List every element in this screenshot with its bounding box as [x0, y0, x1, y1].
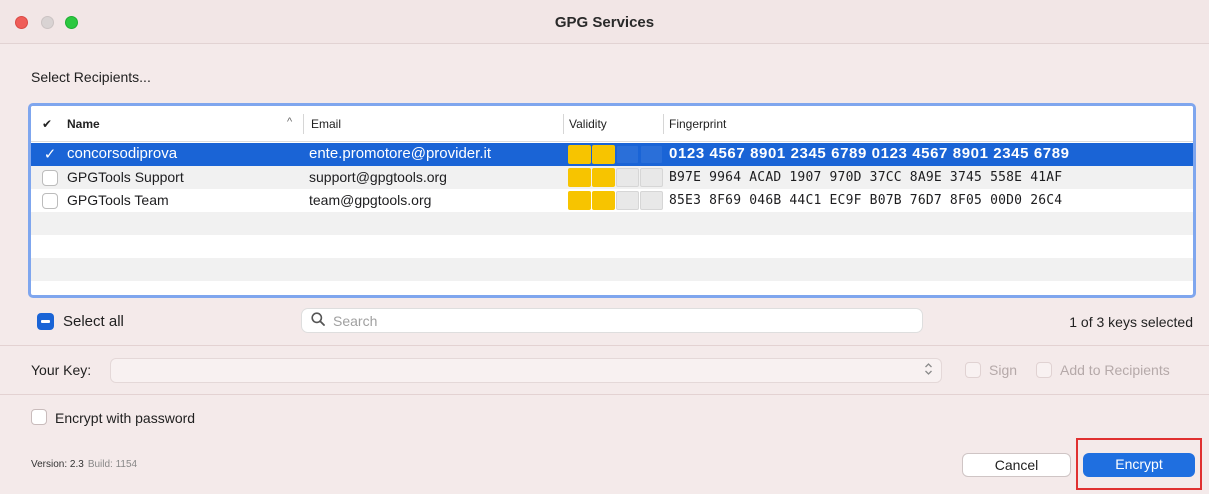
- search-field[interactable]: [301, 308, 923, 333]
- validity-indicator: [568, 191, 664, 210]
- recipients-table[interactable]: ✔ Name ^ Email Validity Fingerprint ✓ co…: [28, 103, 1196, 298]
- recipient-fingerprint: B97E 9964 ACAD 1907 970D 37CC 8A9E 3745 …: [669, 170, 1063, 185]
- validity-indicator: [568, 168, 664, 187]
- divider: [0, 345, 1209, 346]
- table-controls: Select all 1 of 3 keys selected: [0, 298, 1209, 346]
- recipient-fingerprint: 0123 4567 8901 2345 6789 0123 4567 8901 …: [669, 145, 1070, 162]
- chevron-up-down-icon: [924, 362, 933, 379]
- empty-row: [31, 235, 1193, 258]
- select-all-label[interactable]: Select all: [63, 313, 124, 330]
- column-separator: [563, 114, 564, 134]
- table-row[interactable]: ✓ concorsodiprova ente.promotore@provide…: [31, 143, 1193, 166]
- sort-ascending-icon[interactable]: ^: [287, 116, 292, 128]
- build-number: Build: 1154: [87, 459, 138, 470]
- version-info: Version: 2.3 Build: 1154: [31, 459, 137, 470]
- column-header-name[interactable]: Name: [67, 117, 100, 131]
- title-bar: GPG Services: [0, 0, 1209, 44]
- row-checkbox[interactable]: [42, 170, 58, 186]
- divider: [0, 394, 1209, 395]
- your-key-select[interactable]: [110, 358, 942, 383]
- cancel-button[interactable]: Cancel: [962, 453, 1071, 477]
- column-header-fingerprint[interactable]: Fingerprint: [669, 117, 726, 131]
- recipient-email: ente.promotore@provider.it: [309, 145, 491, 162]
- column-separator: [663, 114, 664, 134]
- select-all-checkbox[interactable]: [37, 313, 54, 330]
- recipient-name: concorsodiprova: [67, 145, 178, 162]
- table-header: ✔ Name ^ Email Validity Fingerprint: [31, 106, 1193, 142]
- table-row[interactable]: GPGTools Support support@gpgtools.org B9…: [31, 166, 1193, 189]
- recipient-email: support@gpgtools.org: [309, 169, 447, 185]
- add-to-recipients-label: Add to Recipients: [1060, 362, 1170, 378]
- row-checkbox[interactable]: [42, 193, 58, 209]
- recipient-name: GPGTools Team: [67, 192, 169, 208]
- add-to-recipients-checkbox[interactable]: [1036, 362, 1052, 378]
- search-input[interactable]: [333, 312, 913, 330]
- encrypt-with-password-checkbox[interactable]: [31, 409, 47, 425]
- recipient-name: GPGTools Support: [67, 169, 184, 185]
- column-header-email[interactable]: Email: [311, 117, 341, 131]
- gpg-services-window: GPG Services Select Recipients... ✔ Name…: [0, 0, 1209, 494]
- empty-row: [31, 212, 1193, 235]
- version-number: Version: 2.3: [31, 459, 84, 470]
- search-icon: [311, 312, 325, 330]
- empty-row: [31, 281, 1193, 295]
- highlight-box: [1076, 438, 1202, 490]
- row-checkbox-checked[interactable]: ✓: [42, 147, 58, 163]
- sign-checkbox[interactable]: [965, 362, 981, 378]
- your-key-label: Your Key:: [31, 362, 92, 378]
- sign-label: Sign: [989, 362, 1018, 378]
- column-header-validity[interactable]: Validity: [569, 117, 607, 131]
- select-recipients-heading: Select Recipients...: [31, 69, 151, 85]
- column-header-check[interactable]: ✔: [42, 117, 52, 131]
- column-separator: [303, 114, 304, 134]
- validity-indicator: [568, 145, 664, 164]
- recipient-email: team@gpgtools.org: [309, 192, 432, 208]
- window-title: GPG Services: [554, 14, 655, 31]
- table-row[interactable]: GPGTools Team team@gpgtools.org 85E3 8F6…: [31, 189, 1193, 212]
- empty-row: [31, 258, 1193, 281]
- encrypt-with-password-label[interactable]: Encrypt with password: [55, 410, 195, 426]
- selected-keys-count: 1 of 3 keys selected: [1069, 314, 1193, 330]
- recipient-fingerprint: 85E3 8F69 046B 44C1 EC9F B07B 76D7 8F05 …: [669, 193, 1063, 208]
